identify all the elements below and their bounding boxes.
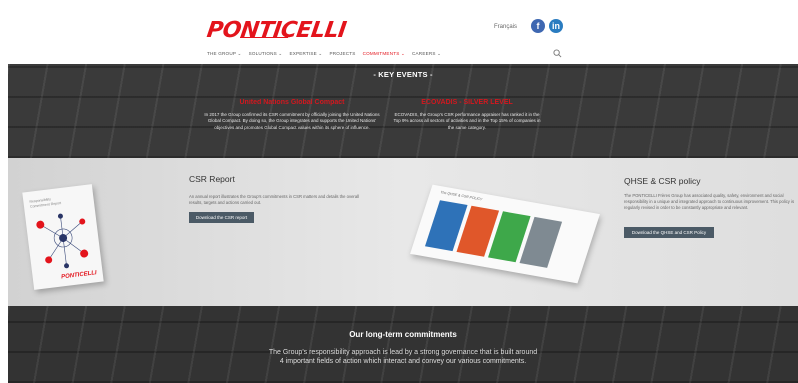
nav-item-projects[interactable]: PROJECTS: [329, 51, 355, 61]
download-csr-report-button[interactable]: Download the CSR report: [189, 212, 254, 223]
nav-item-expertise[interactable]: EXPERTISE ⌄: [289, 51, 322, 61]
nav-item-careers[interactable]: CAREERS ⌄: [412, 51, 441, 61]
ponticelli-logo[interactable]: PONTICELLI: [205, 18, 347, 43]
qhse-policy-title: QHSE & CSR policy: [624, 176, 701, 186]
nav-item-commitments[interactable]: COMMITMENTS ⌄: [363, 51, 405, 61]
event-un-global-compact: United Nations Global Compact In 2017 th…: [200, 99, 384, 131]
site-header: PONTICELLI Français f in THE GROUP ⌄ SOL…: [0, 0, 798, 64]
key-events-section: - KEY EVENTS - United Nations Global Com…: [8, 64, 798, 158]
commitments-section: Our long-term commitments The Group's re…: [8, 306, 798, 383]
event-text: In 2017 the Group confirmed its CSR comm…: [204, 112, 380, 130]
linkedin-icon[interactable]: in: [549, 19, 563, 33]
qhse-policy-text: The PONTICELLI Frères Group has associat…: [624, 193, 795, 210]
search-icon[interactable]: [553, 49, 562, 58]
nav-item-solutions[interactable]: SOLUTIONS ⌄: [249, 51, 283, 61]
main-nav: THE GROUP ⌄ SOLUTIONS ⌄ EXPERTISE ⌄ PROJ…: [207, 51, 441, 61]
nav-item-the-group[interactable]: THE GROUP ⌄: [207, 51, 242, 61]
event-ecovadis: ECOVADIS - SILVER LEVEL ECOVADIS, the Gr…: [392, 99, 542, 131]
event-text: ECOVADIS, the Group's CSR performance ap…: [393, 112, 541, 130]
facebook-icon[interactable]: f: [531, 19, 545, 33]
commitments-title: Our long-term commitments: [349, 330, 457, 339]
commitments-text-line2: 4 important fields of action which inter…: [279, 358, 527, 365]
key-events-title: - KEY EVENTS -: [373, 70, 433, 79]
qhse-policy-document-image: The QHSE & CSR POLICY: [410, 184, 600, 284]
download-qhse-policy-button[interactable]: Download the QHSE and CSR Policy: [624, 227, 714, 238]
csr-report-brochure-image: Responsibility Commitment Report PONTICE…: [22, 184, 104, 290]
reports-section: Responsibility Commitment Report PONTICE…: [8, 158, 798, 306]
commitments-text-line1: The Group's responsibility approach is l…: [268, 349, 538, 356]
event-title: ECOVADIS - SILVER LEVEL: [421, 99, 513, 106]
commitments-text: The Group's responsibility approach is l…: [8, 348, 798, 366]
csr-report-text: An annual report illustrates the Group's…: [189, 194, 360, 205]
event-title: United Nations Global Compact: [239, 99, 345, 106]
policy-doc-heading: The QHSE & CSR POLICY: [439, 190, 483, 202]
csr-report-title: CSR Report: [189, 174, 235, 184]
logo-underline: [240, 37, 288, 38]
language-switch[interactable]: Français: [494, 24, 517, 30]
